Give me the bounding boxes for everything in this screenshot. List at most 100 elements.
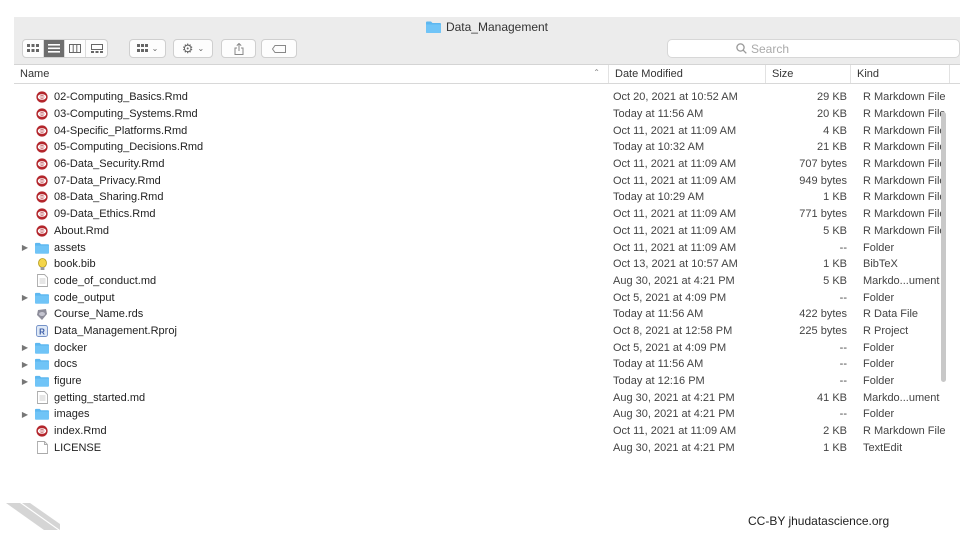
date-modified: Oct 11, 2021 at 11:09 AM [613,174,737,187]
file-size: 949 bytes [799,174,847,187]
disclosure-triangle-icon[interactable]: ▶ [18,377,32,386]
file-row[interactable]: ▶ images Aug 30, 2021 at 4:21 PM -- Folder [14,406,960,423]
date-modified: Today at 12:16 PM [613,375,705,388]
file-row[interactable]: getting_started.md Aug 30, 2021 at 4:21 P… [14,389,960,406]
folder-icon [35,341,49,354]
disclosure-triangle-icon[interactable]: ▶ [18,293,32,302]
tag-icon [272,44,286,53]
file-row[interactable]: About.Rmd Oct 11, 2021 at 11:09 AM 5 KB R M… [14,223,960,240]
columns-icon [69,44,81,53]
date-modified: Oct 13, 2021 at 10:57 AM [613,258,738,271]
file-name: LICENSE [54,441,102,454]
rmd-icon [35,141,49,154]
file-kind: R Data File [863,308,919,321]
file-size: 4 KB [823,124,847,137]
group-by-button[interactable]: ⌄ [129,39,166,58]
file-kind: R Markdown File [863,124,946,137]
file-row[interactable]: ▶ figure Today at 12:16 PM -- Folder [14,373,960,390]
tags-button[interactable] [261,39,297,58]
name-cell: ▶ figure [14,375,609,388]
grid-icon [27,44,39,52]
file-row[interactable]: index.Rmd Oct 11, 2021 at 11:09 AM 2 KB R M… [14,423,960,440]
disclosure-triangle-icon[interactable]: ▶ [18,360,32,369]
file-row[interactable]: LICENSE Aug 30, 2021 at 4:21 PM 1 KB TextEd… [14,439,960,455]
date-modified: Oct 8, 2021 at 12:58 PM [613,324,733,337]
file-row[interactable]: ▶ docker Oct 5, 2021 at 4:09 PM -- Folder [14,339,960,356]
file-kind: Folder [863,291,895,304]
disclosure-triangle-icon[interactable]: ▶ [18,410,32,419]
size-column-header[interactable]: Size [766,65,851,83]
rmd-icon [35,425,49,438]
credit-text: CC-BY jhudatascience.org [748,514,890,528]
file-name: code_of_conduct.md [54,274,157,287]
column-view-button[interactable] [65,40,86,57]
file-row[interactable]: code_of_conduct.md Aug 30, 2021 at 4:21 P… [14,273,960,290]
file-size: 41 KB [817,391,847,404]
name-cell: ▶ images [14,408,609,421]
name-cell: R Data_Management.Rproj [14,324,609,337]
date-modified: Aug 30, 2021 at 4:21 PM [613,391,735,404]
file-size: 1 KB [823,191,847,204]
file-row[interactable]: 02-Computing_Basics.Rmd Oct 20, 2021 at 1… [14,89,960,106]
file-kind: Folder [863,408,895,421]
file-size: 20 KB [817,108,847,121]
rmd-icon [35,108,49,121]
file-row[interactable]: 06-Data_Security.Rmd Oct 11, 2021 at 11:0… [14,156,960,173]
rmd-icon [35,191,49,204]
folder-icon [35,375,49,388]
name-column-header[interactable]: Name ⌃ [14,65,609,83]
file-size: 1 KB [823,258,847,271]
file-name: figure [54,375,82,388]
search-field[interactable] [667,39,960,58]
file-size: 225 bytes [799,324,847,337]
file-name: 08-Data_Sharing.Rmd [54,191,164,204]
file-name: index.Rmd [54,425,107,438]
search-input[interactable] [751,41,951,56]
file-row[interactable]: 07-Data_Privacy.Rmd Oct 11, 2021 at 11:09… [14,172,960,189]
date-column-header[interactable]: Date Modified [609,65,766,83]
kind-column-header[interactable]: Kind [851,65,950,83]
vertical-scrollbar[interactable] [941,112,946,382]
file-row[interactable]: book.bib Oct 13, 2021 at 10:57 AM 1 KB BibT… [14,256,960,273]
share-button[interactable] [221,39,256,58]
column-header-row: Name ⌃ Date Modified Size Kind [14,65,960,84]
file-row[interactable]: ▶ code_output Oct 5, 2021 at 4:09 PM -- Fold… [14,289,960,306]
disclosure-triangle-icon[interactable]: ▶ [18,343,32,352]
file-size: 29 KB [817,91,847,104]
rproj-icon: R [35,324,49,337]
file-list: 02-Computing_Basics.Rmd Oct 20, 2021 at 1… [14,89,960,455]
date-modified: Oct 5, 2021 at 4:09 PM [613,291,727,304]
chevron-down-icon: ⌄ [151,44,159,53]
group-grid-icon [136,44,148,52]
file-kind: R Project [863,324,909,337]
disclosure-triangle-icon[interactable]: ▶ [18,243,32,252]
action-menu-button[interactable]: ⚙ ⌄ [173,39,213,58]
name-cell: About.Rmd [14,224,609,237]
date-modified: Aug 30, 2021 at 4:21 PM [613,441,735,454]
folder-icon [35,358,49,371]
file-row[interactable]: ▶ assets Oct 11, 2021 at 11:09 AM -- Folder [14,239,960,256]
list-view-button[interactable] [44,40,65,57]
finder-window: Data_Management ⌄ ⚙ ⌄ Search Name ⌃ Date… [14,17,960,455]
file-kind: R Markdown File [863,91,946,104]
gallery-view-button[interactable] [86,40,107,57]
file-size: 422 bytes [799,308,847,321]
file-row[interactable]: 03-Computing_Systems.Rmd Today at 11:56 A… [14,106,960,123]
file-row[interactable]: 09-Data_Ethics.Rmd Oct 11, 2021 at 11:09 … [14,206,960,223]
icon-view-button[interactable] [23,40,44,57]
share-icon [234,42,243,55]
file-size: -- [839,375,847,388]
file-name: docker [54,341,88,354]
rmd-icon [35,208,49,221]
bib-icon [35,257,49,271]
file-row[interactable]: R Data_Management.Rproj Oct 8, 2021 at 12:… [14,323,960,340]
file-row[interactable]: Course_Name.rds Today at 11:56 AM 422 byte… [14,306,960,323]
file-row[interactable]: 05-Computing_Decisions.Rmd Today at 10:32… [14,139,960,156]
file-row[interactable]: ▶ docs Today at 11:56 AM -- Folder [14,356,960,373]
date-modified: Oct 11, 2021 at 11:09 AM [613,124,737,137]
file-row[interactable]: 04-Specific_Platforms.Rmd Oct 11, 2021 at… [14,122,960,139]
file-name: Data_Management.Rproj [54,324,177,337]
file-row[interactable]: 08-Data_Sharing.Rmd Today at 10:29 AM 1 KB… [14,189,960,206]
rmd-icon [35,158,49,171]
file-kind: Folder [863,358,895,371]
